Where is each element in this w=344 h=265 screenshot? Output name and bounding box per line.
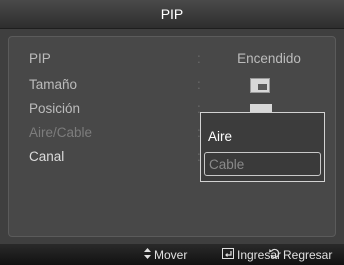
menu-row-label: PIP: [29, 51, 51, 66]
help-bar: Mover Ingresar Regresar: [0, 244, 344, 265]
pip-osd-menu: PIP PIP : Encendido Tamaño : Posición : …: [0, 0, 344, 252]
menu-row-label: Aire/Cable: [29, 125, 93, 140]
hint-move: Mover: [144, 247, 187, 263]
pip-size-icon: [250, 78, 270, 93]
title-bar: PIP: [0, 0, 344, 29]
menu-row-label: Posición: [29, 101, 81, 116]
menu-title: PIP: [160, 6, 184, 22]
return-icon: [269, 247, 280, 263]
separator: :: [197, 51, 201, 66]
dropdown-option-cable[interactable]: Cable: [204, 152, 321, 176]
hint-label: Regresar: [283, 248, 333, 262]
dropdown-option-aire[interactable]: Aire: [204, 125, 321, 149]
menu-row-label: Canal: [29, 149, 65, 164]
menu-row-value: Encendido: [237, 51, 301, 66]
updown-arrows-icon: [144, 247, 151, 263]
menu-row-pip[interactable]: PIP : Encendido: [29, 49, 329, 69]
hint-label: Mover: [154, 248, 188, 262]
enter-icon: [222, 247, 234, 263]
hint-return: Regresar: [269, 247, 332, 263]
menu-row-size[interactable]: Tamaño :: [29, 75, 329, 95]
menu-row-label: Tamaño: [29, 77, 78, 92]
separator: :: [197, 77, 201, 92]
air-cable-dropdown[interactable]: Aire Cable: [200, 112, 325, 182]
